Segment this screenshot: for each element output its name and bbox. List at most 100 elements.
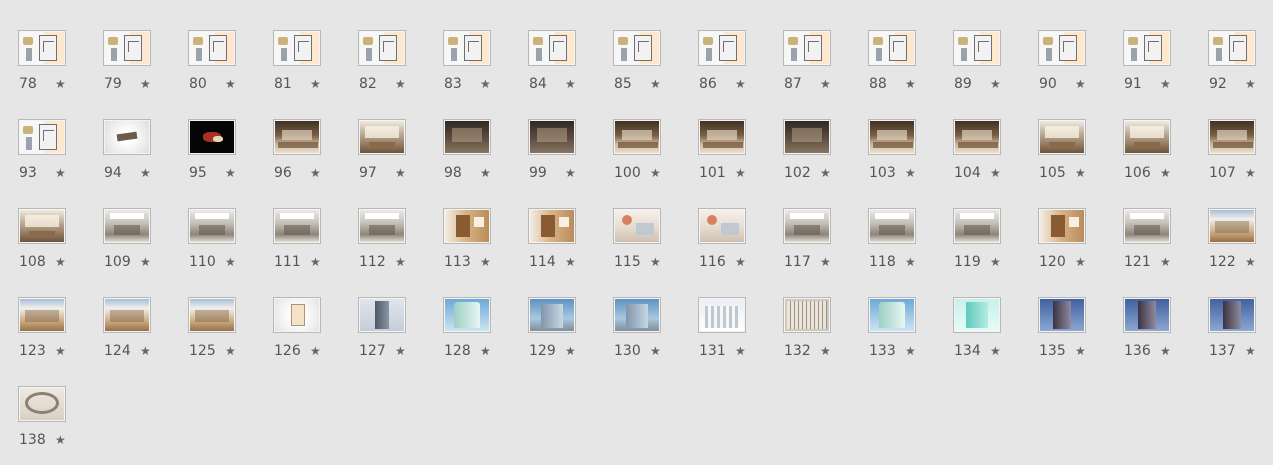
slide-tile[interactable]: 138 ★ (0, 356, 85, 448)
slide-thumbnail[interactable] (103, 119, 151, 155)
star-icon[interactable]: ★ (55, 432, 66, 448)
slide-tile[interactable]: 91 ★ (1105, 0, 1190, 92)
slide-tile[interactable]: 127 ★ (340, 267, 425, 359)
slide-tile[interactable]: 89 ★ (935, 0, 1020, 92)
slide-thumbnail[interactable] (868, 208, 916, 244)
star-icon[interactable]: ★ (395, 343, 406, 359)
slide-thumbnail[interactable] (698, 208, 746, 244)
slide-tile[interactable]: 100 ★ (595, 89, 680, 181)
slide-tile[interactable]: 118 ★ (850, 178, 935, 270)
slide-tile[interactable]: 86 ★ (680, 0, 765, 92)
slide-thumbnail[interactable] (443, 119, 491, 155)
slide-tile[interactable]: 116 ★ (680, 178, 765, 270)
slide-tile[interactable]: 113 ★ (425, 178, 510, 270)
slide-tile[interactable]: 135 ★ (1020, 267, 1105, 359)
slide-tile[interactable]: 108 ★ (0, 178, 85, 270)
slide-thumbnail[interactable] (443, 208, 491, 244)
star-icon[interactable]: ★ (1245, 343, 1256, 359)
slide-thumbnail[interactable] (1123, 208, 1171, 244)
slide-thumbnail[interactable] (613, 119, 661, 155)
slide-tile[interactable]: 82 ★ (340, 0, 425, 92)
star-icon[interactable]: ★ (1075, 343, 1086, 359)
slide-thumbnail[interactable] (868, 30, 916, 66)
slide-tile[interactable]: 133 ★ (850, 267, 935, 359)
slide-tile[interactable]: 130 ★ (595, 267, 680, 359)
slide-thumbnail[interactable] (273, 297, 321, 333)
slide-thumbnail[interactable] (18, 386, 66, 422)
slide-thumbnail[interactable] (188, 297, 236, 333)
slide-thumbnail[interactable] (1038, 297, 1086, 333)
slide-tile[interactable]: 81 ★ (255, 0, 340, 92)
slide-tile[interactable]: 102 ★ (765, 89, 850, 181)
slide-thumbnail[interactable] (1038, 30, 1086, 66)
slide-tile[interactable]: 117 ★ (765, 178, 850, 270)
slide-thumbnail[interactable] (953, 119, 1001, 155)
slide-tile[interactable]: 103 ★ (850, 89, 935, 181)
slide-tile[interactable]: 104 ★ (935, 89, 1020, 181)
slide-thumbnail[interactable] (18, 208, 66, 244)
slide-tile[interactable]: 132 ★ (765, 267, 850, 359)
slide-thumbnail[interactable] (528, 30, 576, 66)
slide-thumbnail[interactable] (188, 30, 236, 66)
slide-tile[interactable]: 128 ★ (425, 267, 510, 359)
slide-thumbnail[interactable] (103, 208, 151, 244)
slide-tile[interactable]: 115 ★ (595, 178, 680, 270)
slide-tile[interactable]: 125 ★ (170, 267, 255, 359)
slide-tile[interactable]: 114 ★ (510, 178, 595, 270)
slide-tile[interactable]: 96 ★ (255, 89, 340, 181)
slide-tile[interactable]: 137 ★ (1190, 267, 1273, 359)
slide-tile[interactable]: 101 ★ (680, 89, 765, 181)
slide-tile[interactable]: 121 ★ (1105, 178, 1190, 270)
slide-tile[interactable]: 126 ★ (255, 267, 340, 359)
slide-thumbnail[interactable] (1208, 30, 1256, 66)
slide-thumbnail[interactable] (613, 297, 661, 333)
slide-tile[interactable]: 90 ★ (1020, 0, 1105, 92)
star-icon[interactable]: ★ (140, 343, 151, 359)
slide-tile[interactable]: 106 ★ (1105, 89, 1190, 181)
slide-tile[interactable]: 83 ★ (425, 0, 510, 92)
slide-thumbnail[interactable] (273, 119, 321, 155)
slide-tile[interactable]: 80 ★ (170, 0, 255, 92)
slide-tile[interactable]: 120 ★ (1020, 178, 1105, 270)
slide-thumbnail[interactable] (273, 208, 321, 244)
slide-thumbnail[interactable] (1208, 208, 1256, 244)
star-icon[interactable]: ★ (565, 343, 576, 359)
star-icon[interactable]: ★ (1160, 343, 1171, 359)
slide-tile[interactable]: 111 ★ (255, 178, 340, 270)
star-icon[interactable]: ★ (735, 343, 746, 359)
slide-thumbnail[interactable] (1208, 297, 1256, 333)
slide-thumbnail[interactable] (783, 208, 831, 244)
star-icon[interactable]: ★ (990, 343, 1001, 359)
slide-thumbnail[interactable] (18, 30, 66, 66)
slide-thumbnail[interactable] (1123, 30, 1171, 66)
slide-tile[interactable]: 99 ★ (510, 89, 595, 181)
slide-tile[interactable]: 78 ★ (0, 0, 85, 92)
slide-tile[interactable]: 87 ★ (765, 0, 850, 92)
slide-thumbnail[interactable] (358, 208, 406, 244)
slide-thumbnail[interactable] (868, 297, 916, 333)
slide-tile[interactable]: 136 ★ (1105, 267, 1190, 359)
slide-thumbnail[interactable] (1038, 119, 1086, 155)
slide-thumbnail[interactable] (188, 208, 236, 244)
slide-tile[interactable]: 134 ★ (935, 267, 1020, 359)
slide-tile[interactable]: 98 ★ (425, 89, 510, 181)
slide-tile[interactable]: 129 ★ (510, 267, 595, 359)
slide-tile[interactable]: 107 ★ (1190, 89, 1273, 181)
slide-thumbnail[interactable] (1208, 119, 1256, 155)
slide-tile[interactable]: 105 ★ (1020, 89, 1105, 181)
slide-tile[interactable]: 131 ★ (680, 267, 765, 359)
slide-tile[interactable]: 79 ★ (85, 0, 170, 92)
slide-thumbnail[interactable] (528, 208, 576, 244)
slide-tile[interactable]: 84 ★ (510, 0, 595, 92)
slide-tile[interactable]: 94 ★ (85, 89, 170, 181)
slide-thumbnail[interactable] (953, 30, 1001, 66)
star-icon[interactable]: ★ (820, 343, 831, 359)
slide-thumbnail[interactable] (358, 30, 406, 66)
slide-thumbnail[interactable] (698, 297, 746, 333)
slide-thumbnail[interactable] (358, 119, 406, 155)
slide-thumbnail[interactable] (443, 30, 491, 66)
slide-thumbnail[interactable] (358, 297, 406, 333)
slide-thumbnail[interactable] (698, 30, 746, 66)
slide-thumbnail[interactable] (528, 297, 576, 333)
slide-tile[interactable]: 93 ★ (0, 89, 85, 181)
